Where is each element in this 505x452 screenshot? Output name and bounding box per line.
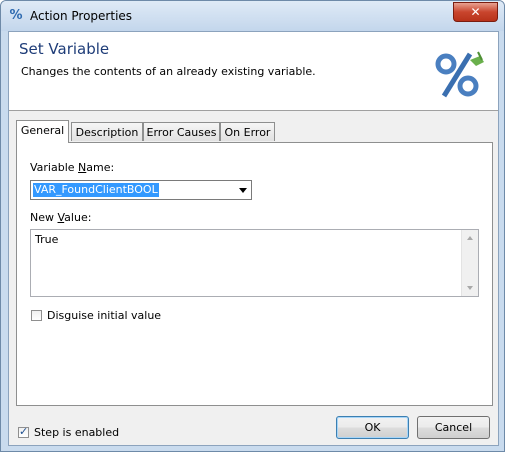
disguise-checkbox[interactable]	[31, 310, 42, 321]
new-value-input[interactable]: True	[30, 229, 479, 297]
scroll-up-icon[interactable]	[467, 236, 473, 240]
scroll-down-icon[interactable]	[467, 286, 473, 290]
header-description: Changes the contents of an already exist…	[21, 65, 316, 78]
window-title: Action Properties	[30, 9, 133, 23]
variable-percent-icon	[435, 51, 484, 98]
general-tab-panel: Variable Name: VAR_FoundClientBOOL New V…	[16, 142, 493, 406]
dialog-client: Set Variable Changes the contents of an …	[8, 31, 499, 446]
title-bar[interactable]: % Action Properties ✕	[1, 1, 504, 31]
step-enabled-label[interactable]: Step is enabled	[34, 426, 119, 439]
variable-name-value[interactable]: VAR_FoundClientBOOL	[33, 183, 159, 197]
new-value-text[interactable]: True	[35, 233, 58, 246]
variable-name-label: Variable Name:	[30, 161, 115, 174]
header-panel: Set Variable Changes the contents of an …	[9, 32, 498, 111]
tab-on-error[interactable]: On Error	[220, 122, 275, 141]
tab-error-causes[interactable]: Error Causes	[143, 122, 220, 141]
chevron-down-icon[interactable]	[239, 188, 247, 193]
tab-general[interactable]: General	[16, 120, 69, 143]
new-value-scrollbar[interactable]	[461, 230, 478, 296]
disguise-label[interactable]: Disguise initial value	[47, 309, 161, 322]
new-value-label: New Value:	[30, 211, 92, 224]
close-button[interactable]: ✕	[453, 2, 498, 22]
variable-name-combo[interactable]: VAR_FoundClientBOOL	[30, 180, 252, 200]
action-properties-window: % Action Properties ✕ Set Variable Chang…	[0, 0, 505, 452]
header-title: Set Variable	[19, 40, 110, 58]
cancel-button[interactable]: Cancel	[417, 416, 490, 439]
app-icon: %	[9, 8, 23, 23]
step-enabled-checkbox[interactable]	[18, 425, 29, 438]
ok-button[interactable]: OK	[336, 416, 409, 439]
tab-description[interactable]: Description	[71, 122, 143, 141]
